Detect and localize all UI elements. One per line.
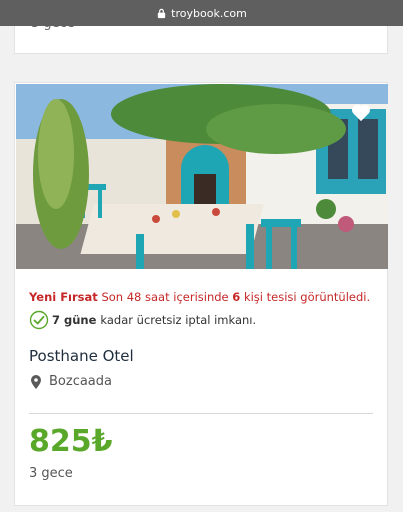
nights-text: 3 gece bbox=[29, 466, 73, 481]
price: 825₺ bbox=[29, 424, 113, 459]
browser-url-bar[interactable]: troybook.com bbox=[0, 0, 403, 26]
location: Bozcaada bbox=[31, 374, 112, 389]
promo-count: 6 bbox=[232, 290, 241, 304]
check-circle-icon bbox=[29, 310, 49, 330]
hotel-photo[interactable] bbox=[16, 84, 388, 269]
promo-label: Yeni Fırsat bbox=[29, 290, 98, 304]
hotel-name[interactable]: Posthane Otel bbox=[29, 347, 134, 365]
cancellation-days: 7 güne bbox=[52, 313, 97, 327]
promo-text-before: Son 48 saat içerisinde bbox=[101, 290, 229, 304]
location-text: Bozcaada bbox=[49, 374, 112, 389]
listing-card[interactable]: Yeni Fırsat Son 48 saat içerisinde 6 kiş… bbox=[14, 82, 388, 506]
cancellation-text: kadar ücretsiz iptal imkanı. bbox=[100, 313, 257, 327]
url-text: troybook.com bbox=[171, 6, 247, 20]
map-pin-icon bbox=[31, 374, 41, 389]
lock-icon bbox=[156, 8, 167, 19]
heart-icon[interactable] bbox=[350, 102, 372, 122]
promo-text-after: kişi tesisi görüntüledi. bbox=[243, 290, 371, 304]
divider bbox=[29, 413, 373, 414]
free-cancellation: 7 güne kadar ücretsiz iptal imkanı. bbox=[29, 310, 256, 330]
promo-text: Yeni Fırsat Son 48 saat içerisinde 6 kiş… bbox=[29, 290, 370, 304]
